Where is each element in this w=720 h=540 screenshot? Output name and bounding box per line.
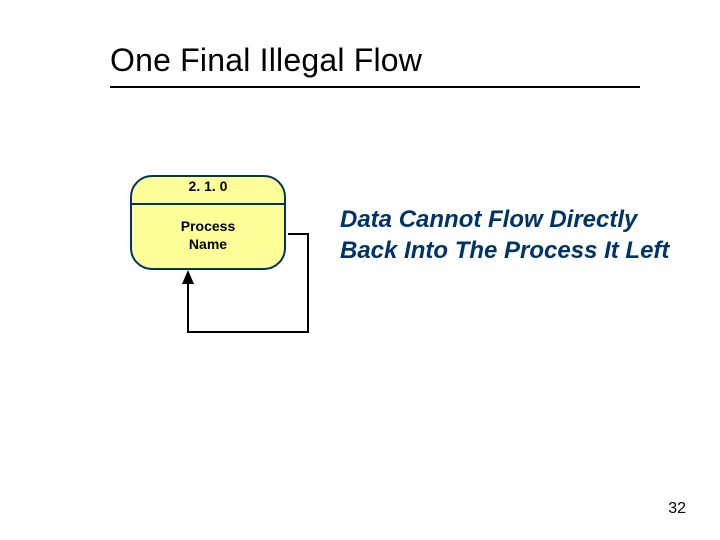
rule-text: Data Cannot Flow Directly Back Into The … (340, 205, 670, 266)
process-id: 2. 1. 0 (130, 178, 286, 194)
page-number: 32 (668, 500, 686, 518)
self-loop-arrow (168, 222, 328, 352)
title-underline (110, 86, 640, 88)
slide-title: One Final Illegal Flow (110, 42, 422, 79)
slide: One Final Illegal Flow 2. 1. 0 Process N… (0, 0, 720, 540)
process-divider (130, 203, 286, 205)
